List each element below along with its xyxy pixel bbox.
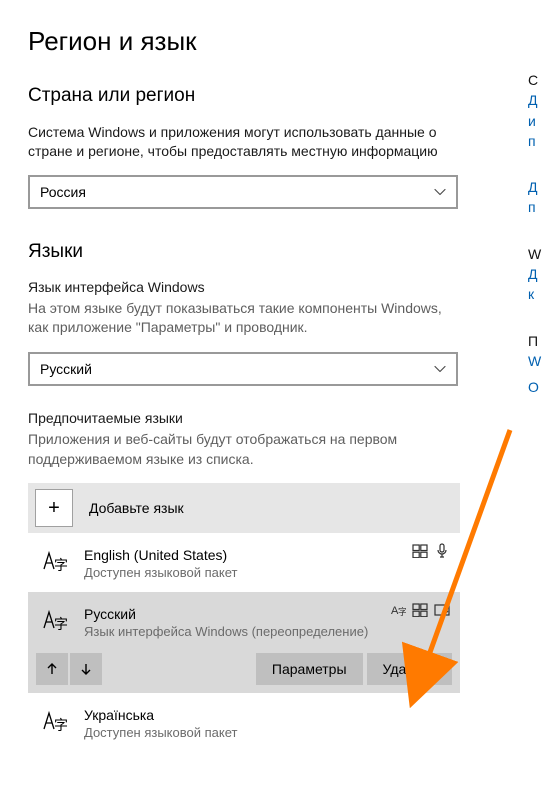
language-item-russian[interactable]: 字 Русский Язык интерфейса Windows (перео… — [28, 592, 460, 649]
options-button[interactable]: Параметры — [256, 653, 363, 685]
related-link[interactable]: W — [528, 351, 560, 371]
add-language-label: Добавьте язык — [89, 500, 184, 516]
language-subtext: Язык интерфейса Windows (переопределение… — [84, 624, 368, 639]
svg-text:字: 字 — [54, 717, 68, 733]
language-item-russian-actions: Параметры Удалить — [28, 649, 460, 693]
interface-language-desc: На этом языке будут показываться такие к… — [28, 299, 458, 338]
language-item-english[interactable]: 字 English (United States) Доступен языко… — [28, 533, 460, 592]
chevron-down-icon — [434, 186, 446, 198]
language-item-ukrainian[interactable]: 字 Українська Доступен языковой пакет — [28, 693, 460, 752]
language-glyph-icon: 字 — [36, 606, 74, 634]
language-subtext: Доступен языковой пакет — [84, 565, 237, 580]
related-links-column: С Д и п Д п W Д к П W О — [528, 70, 560, 424]
handwriting-icon — [434, 602, 450, 618]
language-glyph-icon: 字 — [36, 707, 74, 735]
interface-language-select[interactable]: Русский — [28, 352, 458, 386]
keyboard-layout-icon — [412, 602, 428, 618]
related-header: П — [528, 331, 560, 351]
related-link[interactable]: к — [528, 284, 560, 304]
page-title: Регион и язык — [28, 26, 500, 57]
region-desc: Система Windows и приложения могут испол… — [28, 123, 458, 161]
related-link[interactable]: О — [528, 377, 560, 397]
languages-section-title: Языки — [28, 241, 500, 263]
svg-text:字: 字 — [398, 606, 406, 617]
language-name: English (United States) — [84, 547, 237, 563]
move-down-button[interactable] — [70, 653, 102, 685]
add-language-button[interactable]: + Добавьте язык — [28, 483, 460, 533]
svg-text:字: 字 — [54, 616, 68, 632]
related-link[interactable]: п — [528, 131, 560, 151]
language-name: Українська — [84, 707, 237, 723]
preferred-languages-label: Предпочитаемые языки — [28, 410, 500, 426]
related-link[interactable]: п — [528, 197, 560, 217]
country-select-value: Россия — [40, 184, 86, 200]
keyboard-layout-icon — [412, 543, 428, 559]
related-header: С — [528, 70, 560, 90]
move-up-button[interactable] — [36, 653, 68, 685]
related-link[interactable]: Д — [528, 177, 560, 197]
plus-icon: + — [35, 489, 73, 527]
language-glyph-icon: 字 — [36, 547, 74, 575]
language-subtext: Доступен языковой пакет — [84, 725, 237, 740]
interface-language-value: Русский — [40, 361, 92, 377]
chevron-down-icon — [434, 363, 446, 375]
svg-text:字: 字 — [54, 557, 68, 573]
related-link[interactable]: Д — [528, 264, 560, 284]
related-link[interactable]: и — [528, 111, 560, 131]
display-language-icon: A 字 — [390, 602, 406, 618]
language-name: Русский — [84, 606, 368, 622]
related-header: W — [528, 244, 560, 264]
delete-button[interactable]: Удалить — [367, 653, 452, 685]
interface-language-label: Язык интерфейса Windows — [28, 279, 500, 295]
preferred-languages-desc: Приложения и веб-сайты будут отображатьс… — [28, 430, 458, 469]
region-section-title: Страна или регион — [28, 85, 500, 107]
speech-icon — [434, 543, 450, 559]
related-link[interactable]: Д — [528, 90, 560, 110]
country-select[interactable]: Россия — [28, 175, 458, 209]
